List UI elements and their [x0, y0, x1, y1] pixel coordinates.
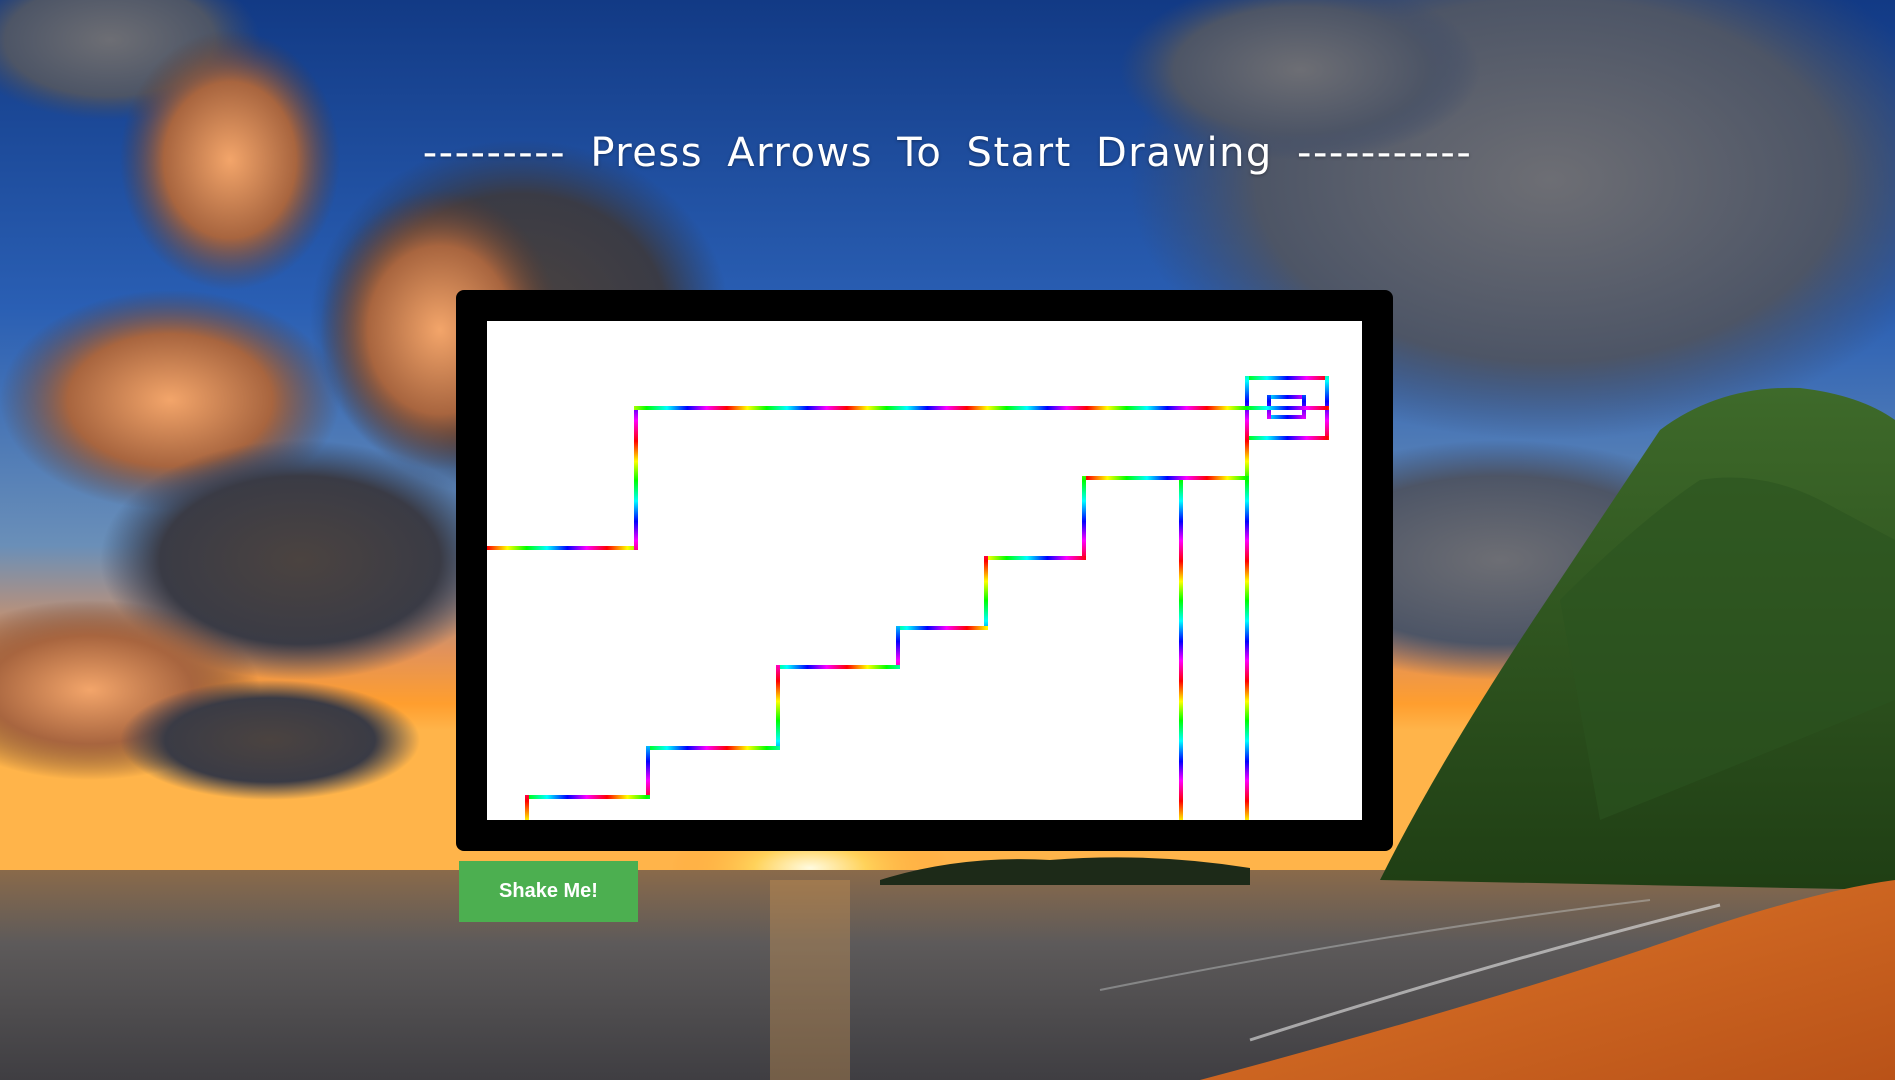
drawing-canvas[interactable]: [487, 321, 1362, 820]
rainbow-drawing: [487, 376, 1329, 820]
shake-me-button[interactable]: Shake Me!: [459, 861, 638, 922]
page-title: --------- Press Arrows To Start Drawing …: [422, 130, 1473, 176]
etch-a-sketch-frame: [456, 290, 1393, 851]
